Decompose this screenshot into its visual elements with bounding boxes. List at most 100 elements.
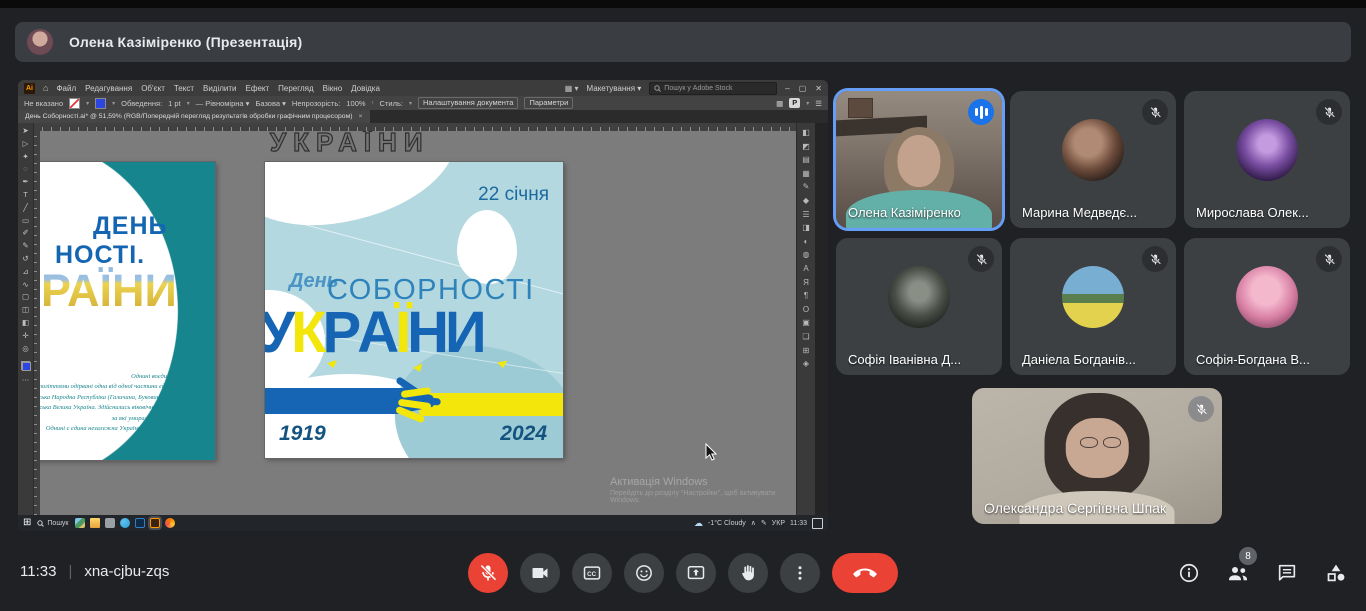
illustrator-toolbar[interactable]: ➤ ▷ ✦ ◌ ✒ T ╱ ▭ ✐ ✎ ↺ ⊿ ∿ ▢ ◫ ◧ ✛ ◎ ⋯: [18, 123, 34, 515]
align-panel-icon[interactable]: ⊞: [803, 346, 810, 355]
menu-item[interactable]: Ефект: [246, 84, 270, 93]
participant-tile-daniela[interactable]: Даніела Богданів...: [1010, 238, 1176, 375]
participant-tile-oleksandra[interactable]: Олександра Сергіївна Шпак: [972, 388, 1222, 524]
meeting-details-button[interactable]: [1178, 562, 1200, 584]
reactions-button[interactable]: [624, 553, 664, 593]
navigator-panel-icon[interactable]: ◈: [803, 359, 809, 368]
menu-item[interactable]: Вікно: [323, 84, 342, 93]
menu-item[interactable]: Об'єкт: [141, 84, 165, 93]
tab-close-icon[interactable]: ×: [359, 113, 363, 120]
brushes-panel-icon[interactable]: ✎: [803, 182, 810, 191]
color-guide-panel-icon[interactable]: ◩: [802, 142, 810, 151]
properties-toggle[interactable]: P: [789, 98, 800, 108]
magic-wand-tool-icon[interactable]: ✦: [22, 153, 28, 161]
mic-button[interactable]: [468, 553, 508, 593]
menu-item[interactable]: Перегляд: [278, 84, 314, 93]
gradient-panel-icon[interactable]: ◨: [802, 223, 810, 232]
panel-grid-icon[interactable]: ▦: [776, 99, 783, 108]
line-segment-tool-icon[interactable]: ╱: [23, 204, 28, 212]
poster-left-artboard[interactable]: ДЕНЬ НОСТІ. РАЇНИ Однині воєдино зливают…: [40, 162, 215, 460]
type-tool-icon[interactable]: T: [23, 191, 28, 199]
character-panel-icon[interactable]: Я: [803, 278, 809, 287]
paintbrush-tool-icon[interactable]: ✐: [22, 229, 28, 237]
selection-tool-icon[interactable]: ➤: [22, 127, 28, 135]
window-control-button[interactable]: ✕: [815, 84, 822, 93]
gradient-tool-icon[interactable]: ◧: [22, 319, 29, 327]
window-control-button[interactable]: –: [785, 84, 789, 93]
width-tool-icon[interactable]: ∿: [22, 281, 28, 289]
rectangle-tool-icon[interactable]: ▭: [22, 217, 29, 225]
more-options-button[interactable]: [780, 553, 820, 593]
opacity-value[interactable]: 100%: [346, 99, 365, 108]
pen-tray-icon[interactable]: ✎: [761, 519, 767, 527]
workspace-switcher[interactable]: Макетування ▾: [587, 84, 642, 93]
participant-tile-sofia-b[interactable]: Софія-Богдана В...: [1184, 238, 1350, 375]
color-panel-icon[interactable]: ◧: [802, 128, 810, 137]
panel-menu-icon[interactable]: ☰: [815, 99, 822, 108]
stroke-swatch-icon[interactable]: [95, 98, 106, 109]
symbols-panel-icon[interactable]: ◆: [803, 196, 809, 205]
activities-button[interactable]: [1324, 561, 1348, 585]
presenter-banner[interactable]: Олена Казіміренко (Презентація): [15, 22, 1351, 62]
telegram-icon[interactable]: [120, 518, 130, 528]
transparency-panel-icon[interactable]: ◐: [804, 237, 809, 246]
menu-item[interactable]: Текст: [174, 84, 194, 93]
camera-button[interactable]: [520, 553, 560, 593]
photoshop-icon[interactable]: [135, 518, 145, 528]
toolbar-more-icon[interactable]: ⋯: [22, 376, 30, 384]
lasso-tool-icon[interactable]: ◌: [23, 165, 27, 173]
notification-center-icon[interactable]: [812, 518, 823, 529]
window-control-button[interactable]: ▢: [799, 84, 807, 93]
stroke-value[interactable]: 1 pt: [168, 99, 181, 108]
taskbar-search[interactable]: Пошук: [37, 520, 68, 527]
fill-stroke-indicator[interactable]: [21, 361, 31, 371]
people-button[interactable]: 8: [1226, 561, 1250, 585]
fill-swatch-icon[interactable]: [69, 98, 80, 109]
width-profile-dropdown[interactable]: — Рівномірна ▾: [196, 99, 250, 108]
windows-taskbar[interactable]: ⊞ Пошук ☁ -1°C Cloudy ∧ ✎ УКР 11:33: [18, 515, 828, 531]
stock-search-input[interactable]: Пошук у Adobe Stock: [649, 82, 777, 95]
opentype-panel-icon[interactable]: O: [803, 305, 809, 314]
eyedropper-tool-icon[interactable]: ✛: [22, 332, 28, 340]
weather-widget-icon[interactable]: [75, 518, 85, 528]
document-tab[interactable]: День Соборності.ai* @ 51,59% (RGB/Попере…: [18, 110, 370, 123]
free-transform-tool-icon[interactable]: ▢: [22, 293, 29, 301]
document-setup-button[interactable]: Налаштування документа: [418, 97, 519, 109]
weather-text[interactable]: -1°C Cloudy: [708, 520, 746, 527]
present-screen-button[interactable]: [676, 553, 716, 593]
home-icon[interactable]: ⌂: [43, 83, 48, 93]
stroke-panel-icon[interactable]: ☰: [802, 210, 809, 219]
captions-button[interactable]: CC: [572, 553, 612, 593]
participant-tile-maryna[interactable]: Марина Медведє...: [1010, 91, 1176, 228]
scale-tool-icon[interactable]: ⊿: [22, 268, 28, 276]
start-button-icon[interactable]: ⊞: [23, 518, 31, 528]
chat-button[interactable]: [1276, 562, 1298, 584]
direct-selection-tool-icon[interactable]: ▷: [23, 140, 29, 148]
raise-hand-button[interactable]: [728, 553, 768, 593]
paragraph-panel-icon[interactable]: ¶: [804, 291, 808, 300]
file-explorer-icon[interactable]: [90, 518, 100, 528]
zoom-tool-icon[interactable]: ◎: [22, 345, 29, 353]
participant-tile-olena[interactable]: Олена Казіміренко: [836, 91, 1002, 228]
pencil-tool-icon[interactable]: ✎: [22, 242, 28, 250]
firefox-icon[interactable]: [165, 518, 175, 528]
menu-item[interactable]: Довідка: [351, 84, 380, 93]
swatches-panel-icon[interactable]: ▦: [802, 169, 810, 178]
menu-item[interactable]: Файл: [56, 84, 76, 93]
screen-share-region[interactable]: Ai ⌂ ФайлРедагуванняОб'єктТекстВиділитиЕ…: [18, 80, 828, 531]
appearance-panel-icon[interactable]: ◍: [803, 250, 810, 259]
tray-expand-icon[interactable]: ∧: [751, 519, 756, 527]
participant-tile-sofia-i[interactable]: Софія Іванівна Д...: [836, 238, 1002, 375]
libraries-panel-icon[interactable]: ▤: [802, 155, 810, 164]
end-call-button[interactable]: [832, 553, 898, 593]
taskbar-clock[interactable]: 11:33: [790, 520, 807, 527]
menu-item[interactable]: Редагування: [85, 84, 132, 93]
language-indicator[interactable]: УКР: [772, 520, 785, 527]
poster-right-artboard[interactable]: 22 січня День СОБОРНОСТІ УКРАЇНИ: [265, 162, 563, 458]
preferences-button[interactable]: Параметри: [524, 97, 573, 109]
shape-builder-tool-icon[interactable]: ◫: [22, 306, 29, 314]
rotate-tool-icon[interactable]: ↺: [22, 255, 28, 263]
graphic-styles-panel-icon[interactable]: A: [803, 264, 808, 273]
participant-tile-myroslava[interactable]: Мирослава Олек...: [1184, 91, 1350, 228]
pen-tool-icon[interactable]: ✒: [22, 178, 28, 186]
